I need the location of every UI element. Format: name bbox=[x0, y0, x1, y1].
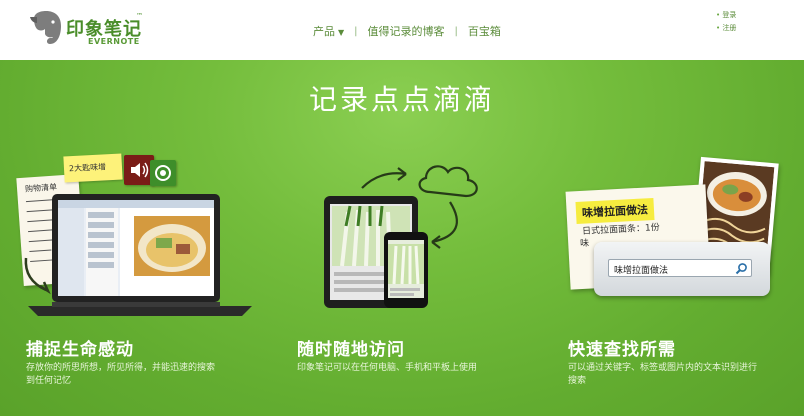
feature-desc-access: 印象笔记可以在任何电脑、手机和平板上使用 bbox=[297, 362, 527, 375]
feature-title-search: 快速查找所需 bbox=[568, 340, 676, 360]
sticky-note: 2大匙味增 bbox=[63, 153, 123, 183]
search-input[interactable]: 味增拉面做法 bbox=[608, 259, 752, 277]
register-link[interactable]: 注册 bbox=[716, 22, 736, 35]
logo-text-en: EVERNOTE bbox=[88, 37, 140, 46]
feature-title-access: 随时随地访问 bbox=[297, 340, 405, 360]
recipe-line: 味 bbox=[579, 238, 590, 250]
camera-icon bbox=[150, 160, 176, 186]
logo-trademark: ™ bbox=[136, 12, 143, 20]
nav-item-products-label: 产品 bbox=[313, 25, 335, 38]
feature-desc-line: 可以通过关键字、标签或图片内的文本识别进行 bbox=[568, 363, 758, 373]
nav-item-toolbox[interactable]: 百宝箱 bbox=[468, 23, 501, 39]
search-icon[interactable] bbox=[735, 262, 748, 275]
nav-separator: | bbox=[454, 25, 458, 37]
nav-item-products[interactable]: 产品 ▼ bbox=[313, 23, 344, 39]
recipe-illustration: 味增拉面做法 日式拉面面条：1份 味 味增拉面做法 bbox=[560, 154, 780, 314]
nav-item-blog[interactable]: 值得记录的博客 bbox=[368, 23, 445, 39]
evernote-logo[interactable]: 印象笔记 ™ EVERNOTE bbox=[28, 9, 148, 49]
chevron-down-icon: ▼ bbox=[338, 28, 345, 37]
login-link[interactable]: 登录 bbox=[716, 9, 736, 22]
feature-desc-line: 搜索 bbox=[568, 376, 587, 386]
main-nav: 产品 ▼ | 值得记录的博客 | 百宝箱 bbox=[313, 22, 501, 40]
feature-desc-line: 印象笔记可以在任何电脑、手机和平板上使用 bbox=[297, 363, 478, 373]
hero-title: 记录点点滴滴 bbox=[308, 83, 495, 116]
curved-arrow-icon bbox=[24, 257, 51, 295]
auth-links: 登录 注册 bbox=[716, 9, 736, 35]
search-input-value: 味增拉面做法 bbox=[614, 266, 669, 276]
site-header: 印象笔记 ™ EVERNOTE 产品▼ | 值得记录的博客 | 百宝箱 登录 注… bbox=[0, 0, 804, 60]
nav-separator: | bbox=[354, 25, 358, 37]
search-panel: 味增拉面做法 bbox=[594, 242, 770, 296]
cloud-icon bbox=[418, 165, 478, 198]
feature-desc-line: 到任何记忆 bbox=[26, 376, 72, 386]
feature-desc-line: 存放你的所思所想，所见所得，并能迅速的搜索 bbox=[26, 363, 216, 373]
feature-title-capture: 捕捉生命感动 bbox=[26, 340, 134, 360]
devices-illustration bbox=[324, 165, 478, 308]
feature-desc-capture: 存放你的所思所想，所见所得，并能迅速的搜索 到任何记忆 bbox=[26, 362, 256, 388]
hero-section: 记录点点滴滴 购物清单 2大匙味增 味增拉面做法 日式拉面面条：1份 味 味增拉… bbox=[0, 60, 804, 416]
feature-desc-search: 可以通过关键字、标签或图片内的文本识别进行 搜索 bbox=[568, 362, 798, 388]
laptop-illustration bbox=[28, 194, 252, 316]
sync-arrow-icon bbox=[431, 201, 458, 244]
shopping-list-title: 购物清单 bbox=[24, 182, 58, 194]
elephant-logo-icon bbox=[30, 11, 61, 44]
